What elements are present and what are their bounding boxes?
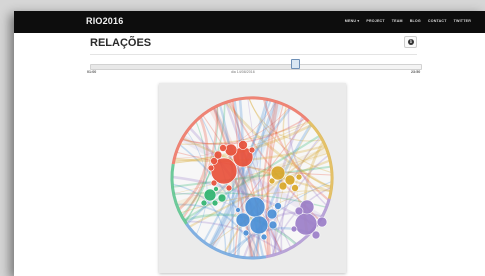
bubble-red[interactable] bbox=[225, 184, 233, 192]
bubble-gold[interactable] bbox=[284, 174, 296, 186]
bubble-blue[interactable] bbox=[235, 212, 251, 228]
bubble-red[interactable] bbox=[210, 157, 218, 165]
relations-chart-panel bbox=[159, 83, 346, 273]
navbar: RIO2016 MENU ▾ PROJECT TEAM BLOG CONTACT… bbox=[14, 11, 485, 33]
bubble-purple[interactable] bbox=[294, 206, 304, 216]
timeline-start-label: 01:00 bbox=[87, 70, 97, 74]
bubble-gold[interactable] bbox=[291, 184, 299, 192]
nav-contact[interactable]: CONTACT bbox=[428, 19, 447, 23]
bubble-red[interactable] bbox=[219, 144, 227, 152]
bubble-purple[interactable] bbox=[290, 225, 298, 233]
bubble-red[interactable] bbox=[207, 164, 215, 172]
timeline-slider-fill bbox=[91, 65, 296, 69]
bubble-gold[interactable] bbox=[278, 181, 288, 191]
bubble-blue[interactable] bbox=[242, 229, 250, 237]
bubble-gold[interactable] bbox=[295, 173, 303, 181]
nav-blog[interactable]: BLOG bbox=[410, 19, 421, 23]
bubble-blue[interactable] bbox=[249, 215, 269, 235]
bubble-blue[interactable] bbox=[235, 207, 241, 213]
nav-project[interactable]: PROJECT bbox=[366, 19, 384, 23]
bubble-red[interactable] bbox=[238, 140, 248, 150]
nav-links: MENU ▾ PROJECT TEAM BLOG CONTACT TWITTER bbox=[345, 19, 471, 23]
bubble-blue[interactable] bbox=[260, 233, 268, 241]
bubble-red[interactable] bbox=[248, 146, 256, 154]
nav-team[interactable]: TEAM bbox=[392, 19, 403, 23]
title-divider bbox=[90, 54, 417, 55]
info-icon: i bbox=[408, 39, 414, 45]
nav-menu-dropdown[interactable]: MENU ▾ bbox=[345, 19, 360, 23]
page-title: RELAÇÕES bbox=[90, 37, 152, 49]
timeline-slider[interactable] bbox=[90, 64, 422, 70]
bubble-blue[interactable] bbox=[268, 220, 278, 230]
bubble-blue[interactable] bbox=[274, 202, 282, 210]
bubble-gold[interactable] bbox=[268, 177, 276, 185]
bubble-red[interactable] bbox=[210, 179, 218, 187]
bubble-green[interactable] bbox=[200, 199, 208, 207]
info-button[interactable]: i bbox=[404, 36, 417, 48]
nav-twitter[interactable]: TWITTER bbox=[454, 19, 471, 23]
bubble-blue-main[interactable] bbox=[244, 196, 266, 218]
timeline-end-label: 23:50 bbox=[411, 70, 421, 74]
timeline-slider-handle[interactable] bbox=[291, 59, 300, 69]
bubble-blue[interactable] bbox=[266, 208, 278, 220]
bubble-green[interactable] bbox=[211, 199, 219, 207]
bubble-red[interactable] bbox=[224, 143, 238, 157]
bubble-purple[interactable] bbox=[311, 230, 321, 240]
bubble-purple[interactable] bbox=[316, 216, 328, 228]
bubble-green[interactable] bbox=[217, 193, 227, 203]
chord-bubble-diagram[interactable] bbox=[159, 83, 346, 273]
timeline-current-label: dia 14/08/2016 bbox=[231, 70, 255, 74]
bubble-green[interactable] bbox=[213, 186, 219, 192]
browser-window: RIO2016 MENU ▾ PROJECT TEAM BLOG CONTACT… bbox=[14, 11, 485, 276]
brand-logo[interactable]: RIO2016 bbox=[86, 16, 123, 26]
